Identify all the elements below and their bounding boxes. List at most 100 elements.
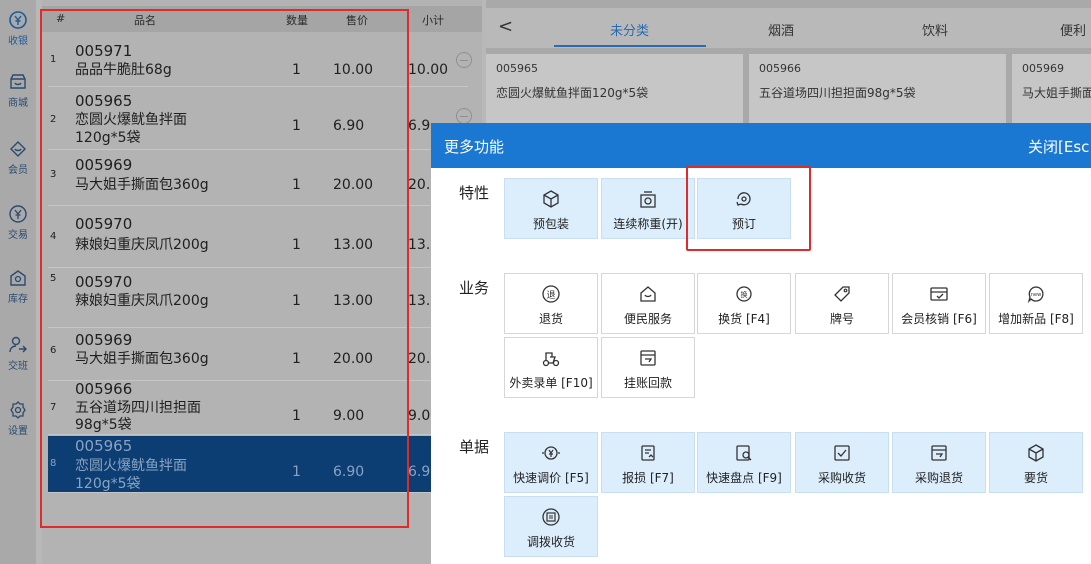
left-navigation: 收银 商城 会员 交易 库存 交班 设置 [0, 0, 36, 564]
button-label: 换货 [F4] [718, 312, 770, 326]
button-label: 预订 [731, 217, 756, 231]
store-icon [10, 74, 26, 89]
remove-icon[interactable] [456, 52, 472, 68]
product-name: 马大姐手撕面包360g [75, 177, 209, 193]
button-label: 牌号 [829, 312, 854, 326]
table-row[interactable]: 6 005969 马大姐手撕面包360g 1 20.00 20.0 [48, 329, 468, 381]
product-code: 005969 [75, 331, 133, 349]
inventory-icon [10, 270, 26, 286]
button-label: 退货 [538, 312, 563, 326]
active-tab-indicator [554, 45, 706, 47]
quantity: 1 [292, 408, 301, 424]
product-name: 辣娘妇重庆凤爪200g [75, 237, 209, 253]
button-label: 采购退货 [914, 471, 963, 485]
button-label: 报损 [F7] [622, 471, 674, 485]
subtotal: 6.9 [408, 118, 431, 134]
shift-icon [9, 336, 27, 353]
button-label: 便民服务 [623, 312, 672, 326]
product-spec: 98g*5袋 [75, 417, 132, 433]
purchase-receive-button[interactable]: 采购收货 [795, 432, 889, 493]
price: 6.90 [333, 118, 365, 134]
settings-icon [10, 401, 26, 419]
nav-item-member[interactable]: 会员 [0, 135, 36, 183]
transfer-receive-button[interactable]: 调拨收货 [504, 496, 598, 557]
product-name: 马大姐手撕面 [1022, 86, 1091, 100]
table-row[interactable]: 3 005969 马大姐手撕面包360g 1 20.00 20.0 [48, 151, 468, 206]
product-code: 005965 [75, 437, 133, 455]
header-subtotal: 小计 [422, 14, 444, 27]
product-code: 005969 [75, 156, 133, 174]
category-bar: < 未分类 烟酒 饮料 便利 [486, 8, 1091, 48]
table-row[interactable]: 7 005966 五谷道场四川担担面 98g*5袋 1 9.00 9.0 [48, 380, 468, 435]
remove-icon[interactable] [456, 108, 472, 124]
table-row[interactable]: 1 005971 品品牛脆肚68g 1 10.00 10.00 [48, 32, 472, 87]
quick-stocktake-button[interactable]: 快速盘点 [F9] [697, 432, 791, 493]
row-number: 3 [50, 169, 57, 180]
package-icon [543, 190, 559, 208]
convenience-service-button[interactable]: 便民服务 [601, 273, 695, 334]
quantity: 1 [292, 464, 301, 480]
exchange-button[interactable]: 换 换货 [F4] [697, 273, 791, 334]
prepackaged-button[interactable]: 预包装 [504, 178, 598, 239]
tab-beverages[interactable]: 饮料 [922, 20, 948, 39]
table-row[interactable]: 2 005965 恋圆火爆鱿鱼拌面 120g*5袋 1 6.90 6.9 [48, 88, 472, 150]
nav-label: 交易 [8, 230, 28, 241]
tag-number-button[interactable]: 牌号 [795, 273, 889, 334]
return-button[interactable]: 退 退货 [504, 273, 598, 334]
button-label: 调拨收货 [526, 535, 575, 549]
quick-price-adjust-button[interactable]: 快速调价 [F5] [504, 432, 598, 493]
nav-item-shift[interactable]: 交班 [0, 331, 36, 379]
order-table-header: # 品名 数量 售价 小计 [42, 6, 482, 32]
price: 13.00 [333, 237, 374, 253]
delivery-icon [542, 352, 560, 367]
section-label-business: 业务 [459, 279, 490, 297]
button-label: 采购收货 [817, 471, 866, 485]
table-row[interactable]: 4 005970 辣娘妇重庆凤爪200g 1 13.00 13.0 [48, 207, 468, 268]
product-name: 五谷道场四川担担面98g*5袋 [759, 86, 916, 100]
header-price: 售价 [346, 14, 368, 27]
scale-icon [640, 191, 656, 208]
button-label: 预包装 [532, 217, 569, 231]
quantity: 1 [292, 177, 301, 193]
product-card[interactable]: 005969 马大姐手撕面 [1012, 54, 1091, 124]
table-row-selected[interactable]: 8 005965 恋圆火爆鱿鱼拌面 120g*5袋 1 6.90 6.9 [48, 436, 468, 493]
button-label: 快速调价 [F5] [513, 471, 589, 485]
member-icon [10, 141, 26, 157]
close-button[interactable]: 关闭[Esc [1028, 136, 1089, 157]
reservation-button[interactable]: 预订 [697, 178, 791, 239]
credit-repayment-button[interactable]: 挂账回款 [601, 337, 695, 398]
delivery-order-button[interactable]: 外卖录单 [F10] [504, 337, 598, 398]
tab-convenience[interactable]: 便利 [1060, 20, 1086, 39]
svg-text:new: new [1031, 292, 1041, 298]
price: 9.00 [333, 408, 365, 424]
product-code: 005966 [759, 62, 801, 75]
product-spec: 120g*5袋 [75, 476, 141, 492]
service-icon [640, 286, 656, 302]
subtotal: 20.0 [408, 177, 432, 193]
price: 20.00 [333, 351, 374, 367]
header-index: # [56, 12, 66, 25]
table-row[interactable]: 5 005970 辣娘妇重庆凤爪200g 1 13.00 13.0 [48, 269, 468, 328]
member-writeoff-button[interactable]: 会员核销 [F6] [892, 273, 986, 334]
nav-item-cashier[interactable]: 收银 [0, 6, 36, 54]
tab-tobacco-alcohol[interactable]: 烟酒 [768, 20, 794, 39]
tab-uncategorized[interactable]: 未分类 [610, 20, 649, 39]
quantity: 1 [292, 293, 301, 309]
nav-label: 收银 [8, 36, 28, 47]
product-card[interactable]: 005965 恋圆火爆鱿鱼拌面120g*5袋 [486, 54, 743, 124]
nav-item-inventory[interactable]: 库存 [0, 264, 36, 312]
product-card[interactable]: 005966 五谷道场四川担担面98g*5袋 [749, 54, 1006, 124]
button-label: 快速盘点 [F9] [706, 471, 782, 485]
back-button[interactable]: < [498, 16, 513, 37]
add-new-item-button[interactable]: new 增加新品 [F8] [989, 273, 1083, 334]
product-name: 辣娘妇重庆凤爪200g [75, 293, 209, 309]
loss-report-button[interactable]: 报损 [F7] [601, 432, 695, 493]
nav-item-store[interactable]: 商城 [0, 68, 36, 116]
button-label: 挂账回款 [623, 376, 672, 390]
purchase-return-button[interactable]: 采购退货 [892, 432, 986, 493]
nav-item-settings[interactable]: 设置 [0, 396, 36, 444]
request-goods-button[interactable]: 要货 [989, 432, 1083, 493]
row-number: 7 [50, 402, 57, 413]
nav-item-transaction[interactable]: 交易 [0, 200, 36, 248]
continuous-weighing-button[interactable]: 连续称重(开) [601, 178, 695, 239]
